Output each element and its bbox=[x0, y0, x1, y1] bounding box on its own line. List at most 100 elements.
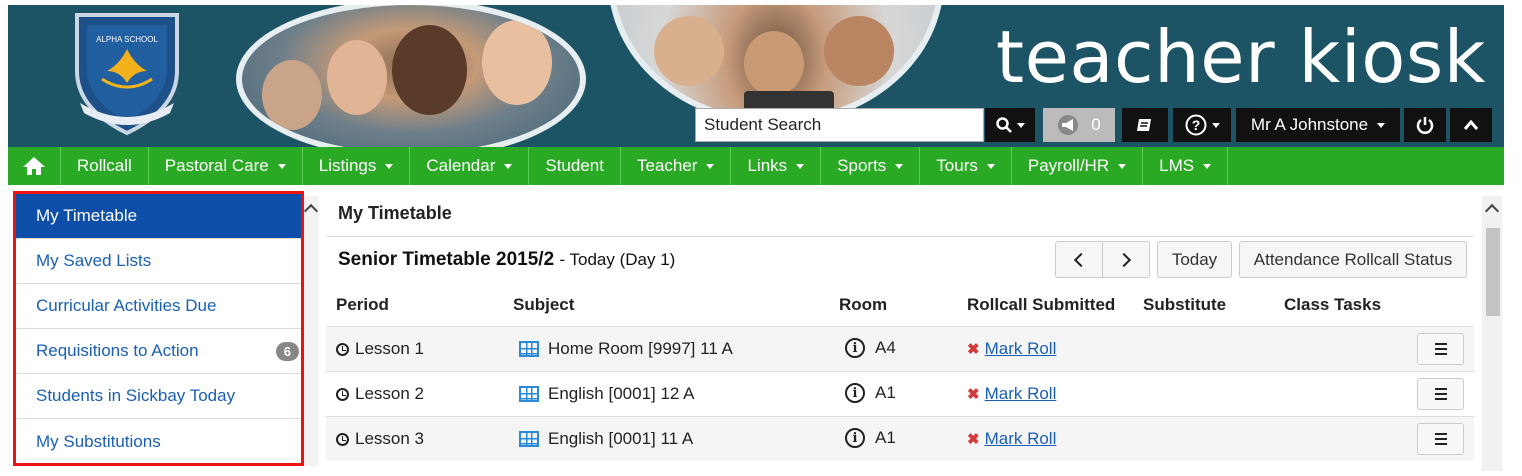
nav-links[interactable]: Links bbox=[731, 147, 822, 185]
scroll-up-icon bbox=[1484, 203, 1500, 219]
rollcall-cell: ✖ Mark Roll bbox=[967, 384, 1056, 404]
nav-label: Listings bbox=[318, 156, 377, 175]
chevron-down-icon bbox=[1016, 122, 1025, 128]
nav-label: Calendar bbox=[426, 156, 496, 175]
help-button[interactable]: ? bbox=[1173, 108, 1231, 142]
sidebar-item-my-substitutions[interactable]: My Substitutions bbox=[16, 419, 301, 464]
table-row: Lesson 2 English [0001] 12 A i A1 ✖ Mark R… bbox=[326, 371, 1474, 416]
nav-lms[interactable]: LMS bbox=[1143, 147, 1229, 185]
scrollbar-thumb[interactable] bbox=[1486, 228, 1500, 316]
user-menu-button[interactable]: Mr A Johnstone bbox=[1236, 108, 1400, 142]
room-label: A4 bbox=[875, 338, 896, 357]
sidebar-item-my-timetable[interactable]: My Timetable bbox=[16, 194, 301, 239]
subject-label: English [0001] 12 A bbox=[548, 384, 695, 403]
teacher-kiosk-page: ALPHA SCHOOL teacher kiosk Student Searc… bbox=[0, 0, 1522, 476]
chevron-down-icon bbox=[1377, 122, 1386, 128]
chevron-down-icon bbox=[1211, 122, 1220, 128]
nav-label: Student bbox=[545, 156, 604, 175]
class-tasks-menu-button[interactable] bbox=[1417, 378, 1464, 410]
next-day-button[interactable] bbox=[1102, 241, 1150, 278]
nav-label: Pastoral Care bbox=[164, 156, 269, 175]
subject-label: Home Room [9997] 11 A bbox=[548, 339, 733, 358]
nav-student[interactable]: Student bbox=[529, 147, 621, 185]
period-cell: Lesson 3 bbox=[336, 429, 424, 449]
class-tasks-menu-button[interactable] bbox=[1417, 333, 1464, 365]
sidebar-item-label: Students in Sickbay Today bbox=[36, 386, 236, 405]
power-icon bbox=[1416, 117, 1434, 134]
nav-payroll-hr[interactable]: Payroll/HR bbox=[1012, 147, 1144, 185]
subject-cell[interactable]: English [0001] 11 A bbox=[519, 429, 693, 449]
search-icon bbox=[995, 117, 1012, 133]
period-cell: Lesson 1 bbox=[336, 339, 424, 359]
subject-cell[interactable]: English [0001] 12 A bbox=[519, 384, 695, 404]
today-button[interactable]: Today bbox=[1157, 241, 1232, 278]
class-tasks-menu-button[interactable] bbox=[1417, 423, 1464, 455]
cross-icon: ✖ bbox=[967, 386, 980, 403]
sidebar-item-label: Curricular Activities Due bbox=[36, 296, 217, 315]
sidebar-scrollbar[interactable] bbox=[303, 196, 319, 466]
sidebar-item-my-saved-lists[interactable]: My Saved Lists bbox=[16, 239, 301, 284]
mark-roll-link[interactable]: Mark Roll bbox=[985, 339, 1057, 359]
sidebar-item-label: My Substitutions bbox=[36, 431, 161, 451]
mark-roll-link[interactable]: Mark Roll bbox=[985, 429, 1057, 449]
svg-text:?: ? bbox=[1191, 117, 1200, 133]
students-photo-left bbox=[236, 5, 586, 147]
column-header-room: Room bbox=[839, 295, 888, 314]
subject-cell[interactable]: Home Room [9997] 11 A bbox=[519, 339, 733, 359]
chevron-up-icon bbox=[1463, 119, 1479, 130]
sidebar-item-students-in-sickbay-today[interactable]: Students in Sickbay Today bbox=[16, 374, 301, 419]
chevron-down-icon bbox=[385, 163, 394, 169]
class-grid-icon bbox=[519, 386, 539, 402]
divider bbox=[326, 236, 1474, 237]
sidebar-item-label: Requisitions to Action bbox=[36, 341, 199, 360]
search-button[interactable] bbox=[985, 108, 1035, 142]
nav-pastoral-care[interactable]: Pastoral Care bbox=[149, 147, 303, 185]
chevron-right-icon bbox=[1116, 252, 1132, 267]
collapse-header-button[interactable] bbox=[1450, 108, 1492, 142]
count-badge: 6 bbox=[275, 342, 299, 361]
clock-icon bbox=[336, 387, 349, 401]
clock-icon bbox=[336, 432, 349, 446]
logout-button[interactable] bbox=[1404, 108, 1446, 142]
nav-calendar[interactable]: Calendar bbox=[410, 147, 530, 185]
nav-tours[interactable]: Tours bbox=[920, 147, 1012, 185]
nav-home[interactable] bbox=[8, 147, 61, 185]
timetable-name: Senior Timetable 2015/2 bbox=[338, 249, 555, 270]
subject-label: English [0001] 11 A bbox=[548, 429, 694, 448]
user-name: Mr A Johnstone bbox=[1250, 115, 1369, 134]
nav-teacher[interactable]: Teacher bbox=[621, 147, 732, 185]
chevron-down-icon bbox=[895, 163, 904, 169]
room-cell[interactable]: i A1 bbox=[845, 383, 896, 403]
chevron-down-icon bbox=[1203, 163, 1212, 169]
period-label: Lesson 3 bbox=[355, 429, 424, 448]
mark-roll-link[interactable]: Mark Roll bbox=[985, 384, 1057, 404]
sidebar-item-requisitions-to-action[interactable]: Requisitions to Action 6 bbox=[16, 329, 301, 374]
nav-sports[interactable]: Sports bbox=[821, 147, 921, 185]
student-search-input[interactable]: Student Search bbox=[695, 108, 984, 142]
previous-day-button[interactable] bbox=[1055, 241, 1103, 278]
nav-label: Sports bbox=[837, 156, 887, 175]
nav-rollcall[interactable]: Rollcall bbox=[61, 147, 149, 185]
hamburger-icon bbox=[1434, 343, 1447, 345]
nav-label: Links bbox=[747, 156, 788, 175]
sidebar-item-curricular-activities-due[interactable]: Curricular Activities Due bbox=[16, 284, 301, 329]
notifications-button[interactable]: 0 bbox=[1043, 108, 1115, 142]
home-icon bbox=[23, 157, 45, 175]
nav-label: Rollcall bbox=[77, 156, 132, 175]
room-cell[interactable]: i A4 bbox=[845, 338, 896, 358]
nav-label: Tours bbox=[936, 156, 978, 175]
class-grid-icon bbox=[519, 341, 539, 357]
hamburger-icon bbox=[1434, 433, 1447, 435]
chevron-down-icon bbox=[986, 163, 995, 169]
info-icon: i bbox=[845, 338, 865, 358]
page-title: My Timetable bbox=[338, 203, 452, 223]
room-cell[interactable]: i A1 bbox=[845, 428, 896, 448]
book-icon bbox=[1137, 119, 1151, 131]
column-header-class-tasks: Class Tasks bbox=[1284, 295, 1382, 314]
notes-button[interactable] bbox=[1122, 108, 1168, 142]
main-content: My Timetable Senior Timetable 2015/2 - T… bbox=[326, 191, 1474, 476]
attendance-rollcall-status-button[interactable]: Attendance Rollcall Status bbox=[1239, 241, 1467, 278]
nav-listings[interactable]: Listings bbox=[303, 147, 411, 185]
school-crest-logo: ALPHA SCHOOL bbox=[75, 13, 179, 136]
chevron-left-icon bbox=[1073, 252, 1089, 267]
